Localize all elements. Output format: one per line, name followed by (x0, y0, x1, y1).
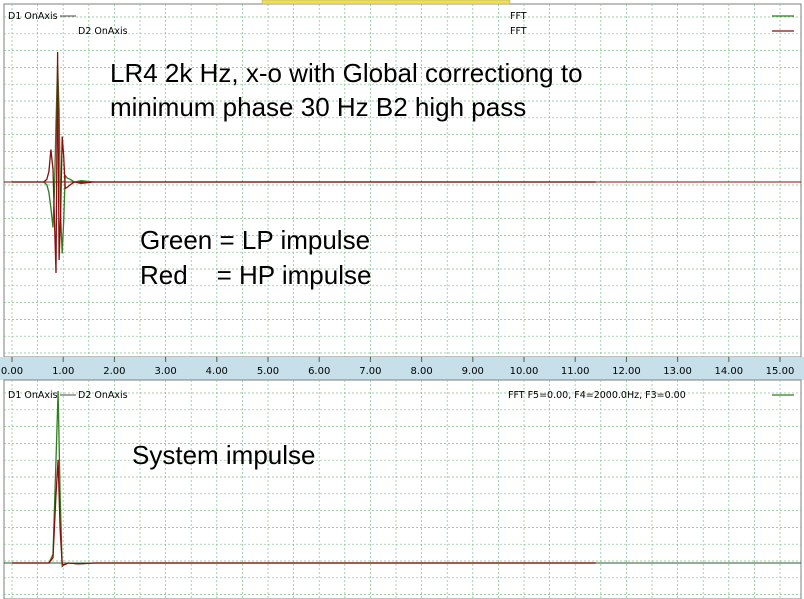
top-legend-d2: D2 OnAxis (78, 26, 128, 37)
x-tick-label: 11.00 (561, 366, 590, 377)
annotation-system-impulse: System impulse (132, 440, 316, 470)
x-tick-label: 4.00 (206, 366, 228, 377)
x-tick-label: 13.00 (663, 366, 692, 377)
x-tick-label: 10.00 (510, 366, 539, 377)
top-legend-fft1: FFT (510, 11, 527, 22)
x-tick-label: 2.00 (103, 366, 125, 377)
x-tick-label: 1.00 (52, 366, 74, 377)
top-legend-fft2: FFT (510, 26, 527, 37)
top-plot-area (3, 3, 802, 358)
annotation-title-line1: LR4 2k Hz, x-o with Global correctiong t… (110, 58, 583, 88)
annotation-title-line2: minimum phase 30 Hz B2 high pass (110, 92, 526, 122)
x-tick-label: 0.00 (1, 366, 23, 377)
x-tick-label: 9.00 (462, 366, 484, 377)
x-tick-label: 12.00 (612, 366, 641, 377)
x-tick-label: 3.00 (154, 366, 176, 377)
impulse-response-chart: D1 OnAxis D2 OnAxis FFT FFT LR4 2k Hz, x… (0, 0, 804, 599)
bottom-legend-fft: FFT F5=0.00, F4=2000.0Hz, F3=0.00 (508, 390, 686, 401)
x-tick-label: 8.00 (410, 366, 432, 377)
annotation-red-legend: Red = HP impulse (140, 260, 371, 290)
top-legend-d1: D1 OnAxis (8, 11, 58, 22)
top-center-marker (261, 0, 511, 5)
x-tick-label: 14.00 (714, 366, 743, 377)
x-tick-label: 5.00 (257, 366, 279, 377)
bottom-legend-d2: D2 OnAxis (78, 390, 128, 401)
x-tick-label: 15.00 (766, 366, 795, 377)
bottom-legend-d1: D1 OnAxis (8, 390, 58, 401)
x-tick-label: 6.00 (308, 366, 330, 377)
x-tick-label: 7.00 (359, 366, 381, 377)
annotation-green-legend: Green = LP impulse (140, 225, 370, 255)
bottom-plot-area (3, 379, 802, 599)
